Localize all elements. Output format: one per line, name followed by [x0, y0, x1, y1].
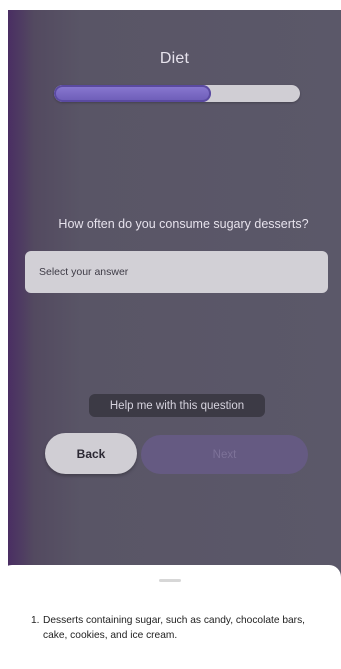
sheet-drag-handle[interactable]	[159, 579, 181, 582]
question-text: How often do you consume sugary desserts…	[58, 217, 309, 231]
footnote-bottom-sheet: 1. Desserts containing sugar, such as ca…	[0, 565, 341, 669]
footnote-text: Desserts containing sugar, such as candy…	[43, 615, 305, 641]
footnote: 1. Desserts containing sugar, such as ca…	[31, 613, 331, 643]
help-button[interactable]: Help me with this question	[89, 394, 265, 417]
page-title: Diet	[159, 50, 190, 67]
answer-select-placeholder: Select your answer	[39, 266, 129, 278]
back-button[interactable]: Back	[45, 433, 137, 474]
progress-bar	[54, 85, 300, 102]
answer-select[interactable]: Select your answer	[25, 251, 328, 293]
next-button[interactable]: Next	[141, 435, 308, 474]
footnote-number: 1.	[31, 615, 40, 626]
progress-bar-fill	[54, 85, 212, 102]
